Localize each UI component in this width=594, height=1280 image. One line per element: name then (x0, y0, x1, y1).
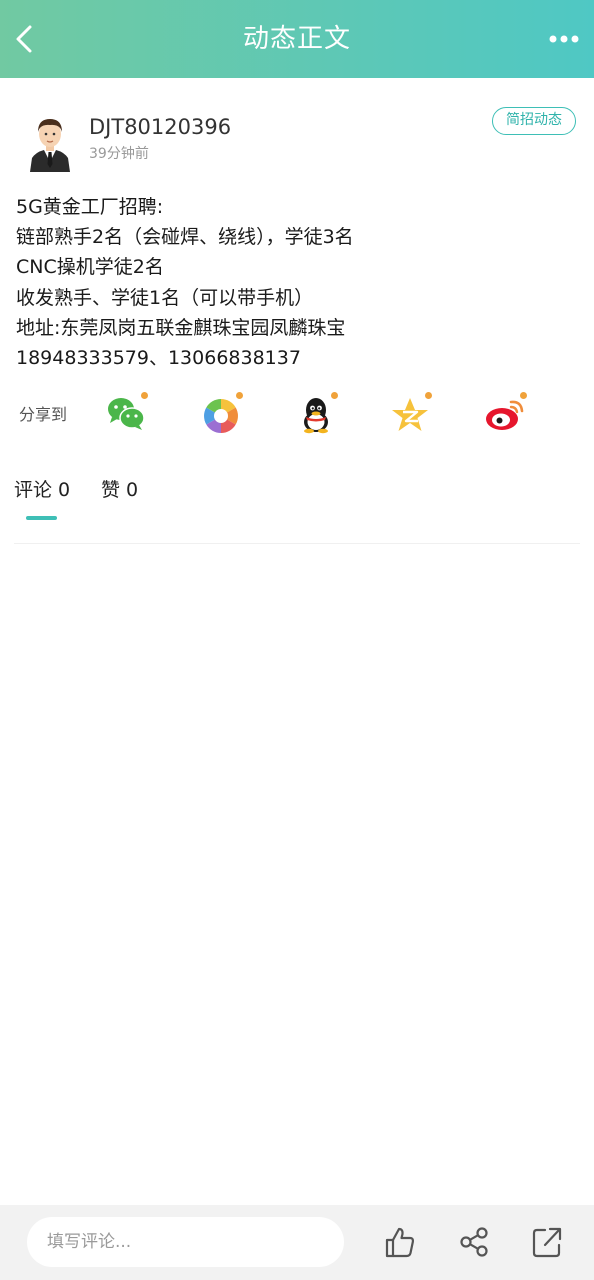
external-share-icon (532, 1227, 562, 1258)
like-button[interactable] (384, 1225, 416, 1259)
tab-comments[interactable]: 评论 0 (14, 478, 70, 502)
post-line: 18948333579、13066838137 (16, 347, 301, 370)
forward-button[interactable] (531, 1225, 563, 1259)
post-tag-badge[interactable]: 简招动态 (492, 107, 576, 135)
post-line: 5G黄金工厂招聘: (16, 196, 164, 218)
qzone-icon (392, 398, 428, 431)
notification-dot (520, 392, 527, 399)
comment-input[interactable] (27, 1217, 344, 1267)
notification-dot (331, 392, 338, 399)
post-line: 链部熟手2名（会碰焊、绕线），学徒3名 (16, 226, 354, 249)
avatar[interactable] (22, 112, 78, 172)
post-time: 39分钟前 (89, 146, 149, 162)
share-moments-button[interactable] (199, 390, 245, 436)
thumbs-up-icon (385, 1227, 415, 1258)
more-button[interactable] (548, 26, 582, 52)
bottom-bar (0, 1205, 594, 1280)
share-qzone-button[interactable] (388, 390, 434, 436)
share-weibo-button[interactable] (483, 390, 529, 436)
notification-dot (425, 392, 432, 399)
share-qq-button[interactable] (294, 390, 340, 436)
post-content: 5G黄金工厂招聘: 链部熟手2名（会碰焊、绕线），学徒3名 CNC操机学徒2名 … (16, 192, 576, 373)
share-button[interactable] (458, 1225, 490, 1259)
moments-icon (204, 399, 238, 433)
page-title: 动态正文 (242, 24, 351, 54)
share-label: 分享到 (19, 405, 68, 424)
post-line: 收发熟手、学徒1名（可以带手机） (16, 286, 314, 309)
notification-dot (141, 392, 148, 399)
post-line: 地址:东莞凤岗五联金麒珠宝园凤麟珠宝 (16, 316, 346, 339)
share-wechat-button[interactable] (104, 390, 150, 436)
post-line: CNC操机学徒2名 (16, 256, 164, 279)
wechat-icon (108, 398, 145, 430)
divider (14, 543, 580, 544)
tab-likes[interactable]: 赞 0 (101, 478, 138, 502)
active-tab-indicator (26, 516, 57, 520)
weibo-icon (486, 400, 524, 430)
author-name[interactable]: DJT80120396 (89, 114, 231, 140)
qq-icon (304, 398, 328, 434)
more-dots-icon (549, 35, 579, 43)
top-bar: 动态正文 (0, 0, 594, 78)
notification-dot (236, 392, 243, 399)
share-nodes-icon (460, 1227, 488, 1257)
